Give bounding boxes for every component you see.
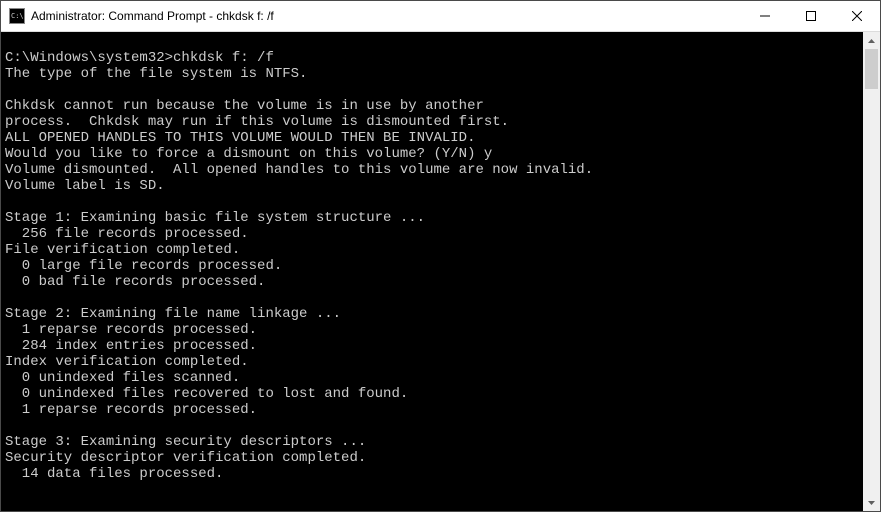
command-prompt-window: C:\ Administrator: Command Prompt - chkd… — [0, 0, 881, 512]
terminal-line: Volume label is SD. — [5, 178, 863, 194]
client-area: C:\Windows\system32>chkdsk f: /fThe type… — [1, 32, 880, 511]
scrollbar-track[interactable] — [863, 49, 880, 494]
terminal-line: 0 bad file records processed. — [5, 274, 863, 290]
scroll-down-button[interactable] — [863, 494, 880, 511]
terminal-line — [5, 194, 863, 210]
terminal-line — [5, 418, 863, 434]
terminal-line: ALL OPENED HANDLES TO THIS VOLUME WOULD … — [5, 130, 863, 146]
terminal-line: 284 index entries processed. — [5, 338, 863, 354]
terminal-line: process. Chkdsk may run if this volume i… — [5, 114, 863, 130]
terminal-line: 0 unindexed files scanned. — [5, 370, 863, 386]
terminal-line: The type of the file system is NTFS. — [5, 66, 863, 82]
svg-text:C:\: C:\ — [11, 12, 24, 20]
minimize-button[interactable] — [742, 1, 788, 31]
window-controls — [742, 1, 880, 31]
terminal-line: Volume dismounted. All opened handles to… — [5, 162, 863, 178]
terminal-line: 256 file records processed. — [5, 226, 863, 242]
terminal-line: C:\Windows\system32>chkdsk f: /f — [5, 50, 863, 66]
terminal-line: File verification completed. — [5, 242, 863, 258]
scroll-up-button[interactable] — [863, 32, 880, 49]
terminal-line: Would you like to force a dismount on th… — [5, 146, 863, 162]
terminal-line: 1 reparse records processed. — [5, 402, 863, 418]
terminal-line — [5, 34, 863, 50]
terminal-line: 0 large file records processed. — [5, 258, 863, 274]
terminal-line: Stage 1: Examining basic file system str… — [5, 210, 863, 226]
window-title: Administrator: Command Prompt - chkdsk f… — [31, 9, 274, 23]
terminal-line: Chkdsk cannot run because the volume is … — [5, 98, 863, 114]
terminal-line: Index verification completed. — [5, 354, 863, 370]
maximize-button[interactable] — [788, 1, 834, 31]
terminal-line — [5, 82, 863, 98]
terminal-output[interactable]: C:\Windows\system32>chkdsk f: /fThe type… — [1, 32, 863, 511]
terminal-line: Security descriptor verification complet… — [5, 450, 863, 466]
titlebar[interactable]: C:\ Administrator: Command Prompt - chkd… — [1, 1, 880, 32]
terminal-line: 1 reparse records processed. — [5, 322, 863, 338]
terminal-line: 14 data files processed. — [5, 466, 863, 482]
vertical-scrollbar[interactable] — [863, 32, 880, 511]
close-button[interactable] — [834, 1, 880, 31]
terminal-line: Stage 3: Examining security descriptors … — [5, 434, 863, 450]
cmd-icon: C:\ — [9, 8, 25, 24]
terminal-line: 0 unindexed files recovered to lost and … — [5, 386, 863, 402]
terminal-line — [5, 290, 863, 306]
scrollbar-thumb[interactable] — [865, 49, 878, 89]
terminal-line: Stage 2: Examining file name linkage ... — [5, 306, 863, 322]
